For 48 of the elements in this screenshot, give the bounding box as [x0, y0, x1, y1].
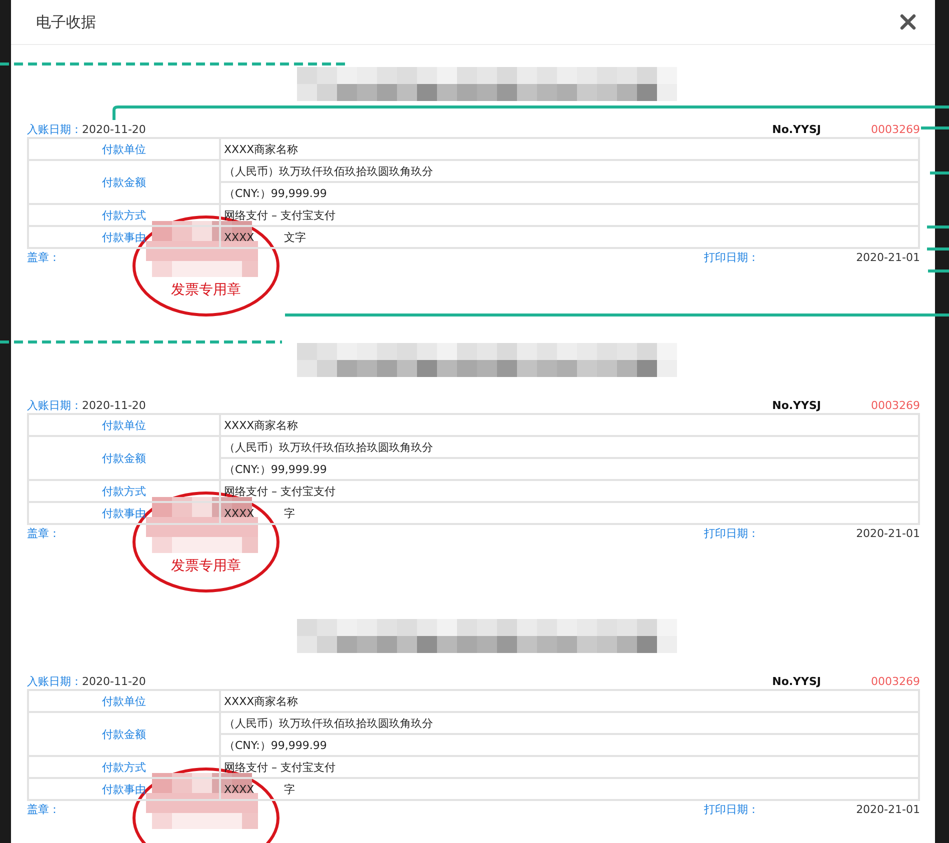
- receipt-number-prefix: No.YYSJ: [772, 674, 821, 688]
- receipt-number: 0003269: [871, 674, 920, 688]
- print-date: 2020-21-01: [856, 802, 920, 816]
- field-label: 付款金额: [28, 712, 220, 756]
- entry-date: 2020-11-20: [82, 674, 146, 688]
- seal-label: 盖章：: [27, 526, 60, 540]
- field-value: XXXX商家名称: [220, 414, 919, 436]
- entry-date: 2020-11-20: [82, 398, 146, 412]
- annotation-line: [927, 226, 949, 228]
- seal-label: 盖章：: [27, 802, 60, 816]
- print-date-label: 打印日期：: [704, 526, 760, 540]
- field-value: XXXX商家名称: [220, 690, 919, 712]
- field-value: （人民币）玖万玖仟玖佰玖拾玖圆玖角玖分: [220, 712, 919, 734]
- stamp-text: 发票专用章: [171, 281, 241, 299]
- field-value: （人民币）玖万玖仟玖佰玖拾玖圆玖角玖分: [220, 160, 919, 182]
- dialog-title: 电子收据: [36, 12, 96, 32]
- field-label: 付款单位: [28, 414, 220, 436]
- close-icon[interactable]: [900, 14, 916, 30]
- receipt-number-prefix: No.YYSJ: [772, 398, 821, 412]
- entry-date-label: 入账日期：: [27, 122, 82, 136]
- field-value: 网络支付 – 支付宝支付: [220, 204, 919, 226]
- annotation-line: [928, 270, 949, 272]
- annotation-line: [930, 172, 949, 174]
- field-value: （CNY:）99,999.99: [220, 182, 919, 204]
- field-label: 付款单位: [28, 690, 220, 712]
- field-label: 付款金额: [28, 436, 220, 480]
- seal-label: 盖章：: [27, 250, 60, 264]
- print-date-label: 打印日期：: [704, 250, 760, 264]
- entry-date: 2020-11-20: [82, 122, 146, 136]
- field-label: 付款金额: [28, 160, 220, 204]
- receipt-number: 0003269: [871, 122, 920, 136]
- field-label: 付款单位: [28, 138, 220, 160]
- field-value: 网络支付 – 支付宝支付: [220, 480, 919, 502]
- field-value: 网络支付 – 支付宝支付: [220, 756, 919, 778]
- annotation-line: [921, 126, 949, 130]
- entry-date-label: 入账日期：: [27, 398, 82, 412]
- field-value: （人民币）玖万玖仟玖佰玖拾玖圆玖角玖分: [220, 436, 919, 458]
- print-date: 2020-21-01: [856, 526, 920, 540]
- field-value: （CNY:）99,999.99: [220, 458, 919, 480]
- field-value: （CNY:）99,999.99: [220, 734, 919, 756]
- stamp-text: 发票专用章: [171, 557, 241, 575]
- annotation-line: [927, 248, 949, 250]
- print-date-label: 打印日期：: [704, 802, 760, 816]
- receipt-number-prefix: No.YYSJ: [772, 122, 821, 136]
- field-value: XXXX商家名称: [220, 138, 919, 160]
- receipt-number: 0003269: [871, 398, 920, 412]
- entry-date-label: 入账日期：: [27, 674, 82, 688]
- print-date: 2020-21-01: [856, 250, 920, 264]
